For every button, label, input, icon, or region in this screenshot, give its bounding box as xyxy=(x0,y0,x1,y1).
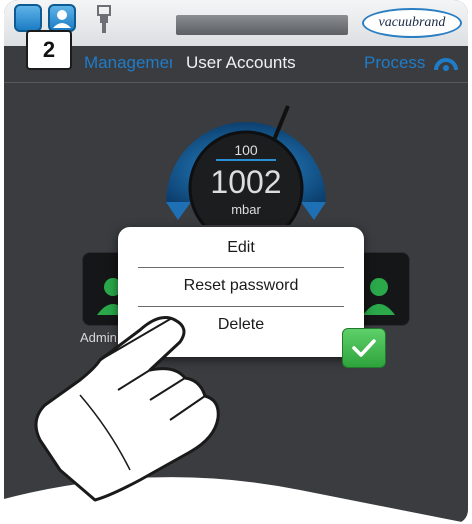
top-bar: vacuubrand xyxy=(4,0,468,47)
tab-management[interactable]: Management xyxy=(84,53,172,73)
user-button[interactable] xyxy=(48,4,76,32)
tab-process[interactable]: Process xyxy=(364,53,425,73)
tab-user-accounts[interactable]: User Accounts xyxy=(186,53,296,73)
home-button[interactable] xyxy=(14,4,42,32)
vacuubrand-logo: vacuubrand xyxy=(362,8,462,38)
menu-item-delete[interactable]: Delete xyxy=(138,316,344,334)
user-name-admin: Admin xyxy=(80,330,117,345)
gauge-value: 1002 xyxy=(210,164,282,200)
step-number-badge: 2 xyxy=(26,30,72,70)
page-indicator xyxy=(234,499,246,511)
checkmark-icon xyxy=(352,339,376,357)
menu-item-reset-password[interactable]: Reset password xyxy=(138,277,344,295)
gauge-unit: mbar xyxy=(231,202,261,217)
menu-divider xyxy=(138,267,344,268)
confirm-button[interactable] xyxy=(342,328,386,368)
tab-bar: Management User Accounts Process xyxy=(4,46,468,83)
process-gauge-icon xyxy=(434,58,458,71)
network-plug-icon xyxy=(97,5,111,33)
context-menu: Edit Reset password Delete xyxy=(118,227,364,357)
status-bar xyxy=(176,15,348,35)
gauge-setpoint: 100 xyxy=(234,142,258,158)
user-icon xyxy=(53,10,71,28)
menu-item-edit[interactable]: Edit xyxy=(138,239,344,257)
menu-divider xyxy=(138,306,344,307)
